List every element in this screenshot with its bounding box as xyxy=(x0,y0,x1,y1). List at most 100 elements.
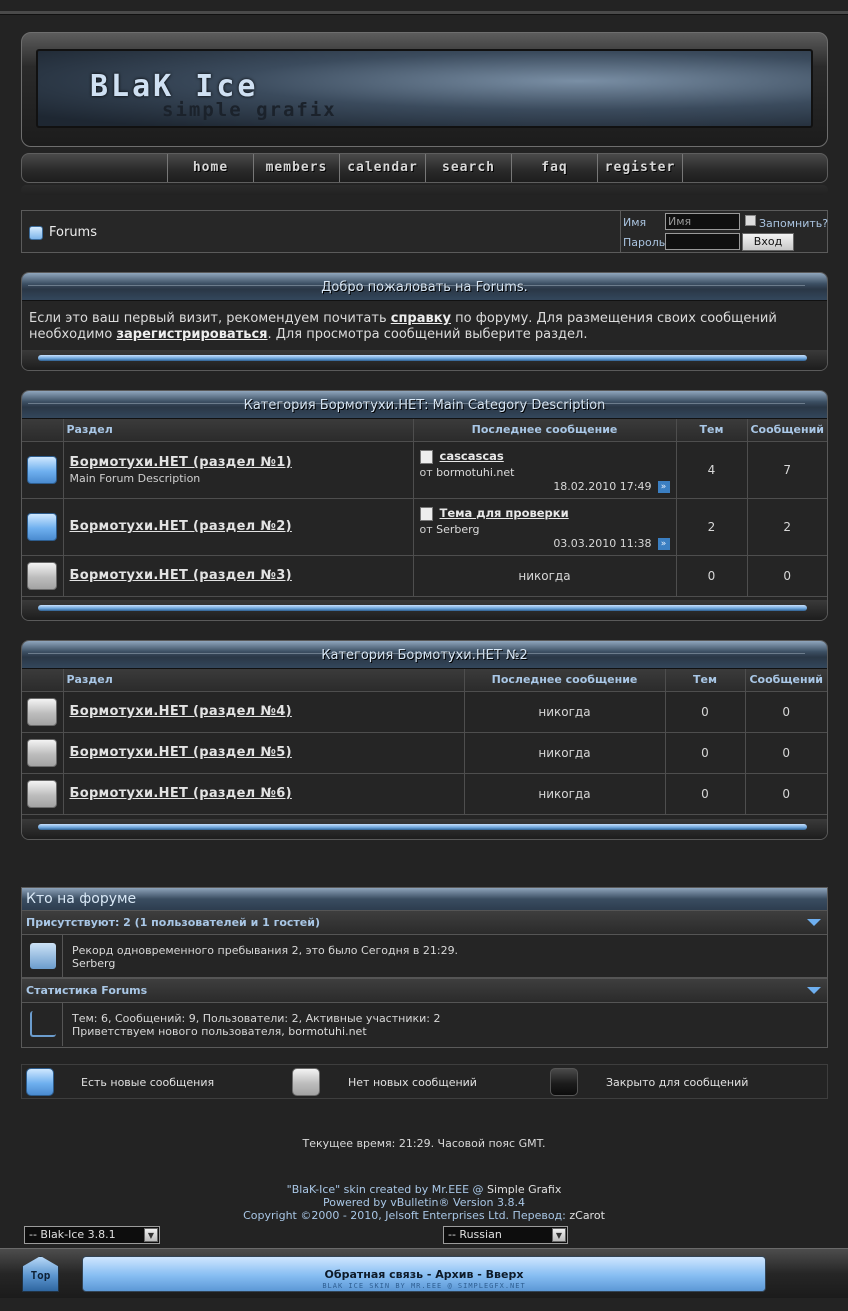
forum-link[interactable]: Бормотухи.НЕТ (раздел №2) xyxy=(70,519,413,534)
forum-link[interactable]: Бормотухи.НЕТ (раздел №4) xyxy=(70,704,464,719)
category-2: Категория Бормотухи.НЕТ №2 Раздел Послед… xyxy=(21,640,828,840)
skin-note: BLAK ICE SKIN BY MR.EEE @ SIMPLEGFX.NET xyxy=(322,1282,526,1290)
site-logo-banner[interactable]: BLaK Ice simple grafix xyxy=(36,49,813,128)
stats-text: Тем: 6, Сообщений: 9, Пользователи: 2, А… xyxy=(72,1012,441,1025)
forum-home-icon xyxy=(29,226,43,240)
post-count: 7 xyxy=(747,441,827,499)
translator-link[interactable]: zCarot xyxy=(569,1209,605,1222)
forum-link[interactable]: Бормотухи.НЕТ (раздел №6) xyxy=(70,786,464,801)
table-row: Бормотухи.НЕТ (раздел №1) Main Forum Desc… xyxy=(22,441,827,499)
col-forum: Раздел xyxy=(63,669,465,692)
users-online-icon xyxy=(30,943,56,969)
footer-links[interactable]: Обратная связь - Архив - Вверх xyxy=(83,1268,765,1281)
last-post-never: никогда xyxy=(464,691,666,733)
post-count: 0 xyxy=(745,732,827,774)
forum-description: Main Forum Description xyxy=(69,471,201,485)
category-2-title[interactable]: Категория Бормотухи.НЕТ №2 xyxy=(22,641,827,669)
collapse-arrow-icon[interactable] xyxy=(807,987,821,994)
table-row: Бормотухи.НЕТ (раздел №5) никогда 0 0 xyxy=(22,732,827,774)
table-header-row: Раздел Последнее сообщение Тем Сообщений xyxy=(22,669,827,692)
forum-link[interactable]: Бормотухи.НЕТ (раздел №1) xyxy=(70,455,413,470)
legend-new: Есть новые сообщения xyxy=(81,1076,215,1089)
logo-subtitle: simple grafix xyxy=(162,99,337,121)
language-select[interactable]: -- Russian ▼ xyxy=(443,1226,568,1244)
nav-search[interactable]: search xyxy=(425,154,511,182)
main-nav: home members calendar search faq registe… xyxy=(21,153,828,183)
style-select[interactable]: -- Blak-Ice 3.8.1 ▼ xyxy=(24,1226,160,1244)
nav-home[interactable]: home xyxy=(167,154,253,182)
welcome-title: Добро пожаловать на Forums. xyxy=(22,273,827,301)
col-last-post: Последнее сообщение xyxy=(464,669,666,692)
stats-row: Тем: 6, Сообщений: 9, Пользователи: 2, А… xyxy=(22,1003,827,1046)
table-header-row: Раздел Последнее сообщение Тем Сообщений xyxy=(22,419,827,442)
thread-icon xyxy=(419,506,433,521)
thread-count: 2 xyxy=(676,498,748,556)
go-to-post-icon[interactable]: » xyxy=(657,480,670,493)
last-post-never: никогда xyxy=(464,732,666,774)
remember-label: Запомнить? xyxy=(759,217,829,230)
category-1-footer-bar xyxy=(22,600,827,620)
last-post-user[interactable]: Serberg xyxy=(436,523,479,536)
post-count: 2 xyxy=(747,498,827,556)
breadcrumb-title[interactable]: Forums xyxy=(49,225,97,240)
present-link[interactable]: Присутствуют xyxy=(26,916,115,929)
last-post-title[interactable]: cascascas xyxy=(440,449,504,463)
category-1-table: Раздел Последнее сообщение Тем Сообщений… xyxy=(22,419,827,597)
chevron-down-icon: ▼ xyxy=(144,1228,158,1242)
last-post-never: никогда xyxy=(413,555,677,597)
powered-by: Powered by vBulletin® Version 3.8.4 xyxy=(323,1196,525,1209)
forum-link[interactable]: Бормотухи.НЕТ (раздел №3) xyxy=(70,568,413,583)
nav-members[interactable]: members xyxy=(253,154,339,182)
col-posts: Сообщений xyxy=(745,669,827,692)
table-row: Бормотухи.НЕТ (раздел №2) Тема для прове… xyxy=(22,498,827,556)
col-threads: Тем xyxy=(665,669,746,692)
back-to-top-button[interactable]: Top xyxy=(22,1256,59,1292)
bottom-bar: Top Обратная связь - Архив - Вверх BLAK … xyxy=(0,1248,848,1298)
nav-register[interactable]: register xyxy=(597,154,683,182)
newest-user-link[interactable]: bormotuhi.net xyxy=(288,1025,366,1038)
whos-online-title: Кто на форуме xyxy=(22,888,827,910)
collapse-arrow-icon[interactable] xyxy=(807,919,821,926)
category-1-title[interactable]: Категория Бормотухи.НЕТ: Main Category D… xyxy=(22,391,827,419)
register-link[interactable]: зарегистрироваться xyxy=(116,327,267,342)
help-link[interactable]: справку xyxy=(391,311,451,326)
col-threads: Тем xyxy=(676,419,748,442)
forum-no-new-posts-icon xyxy=(27,561,58,590)
stats-header: Статистика Forums xyxy=(22,978,827,1003)
nav-reflection xyxy=(21,185,828,195)
online-user-link[interactable]: Serberg xyxy=(72,957,115,970)
thread-count: 0 xyxy=(665,691,746,733)
table-row: Бормотухи.НЕТ (раздел №4) никогда 0 0 xyxy=(22,691,827,733)
category-2-footer-bar xyxy=(22,819,827,839)
welcome-box: Добро пожаловать на Forums. Если это ваш… xyxy=(21,272,828,371)
closed-forum-icon xyxy=(550,1068,578,1096)
whos-online-box: Кто на форуме Присутствуют: 2 (1 пользов… xyxy=(21,887,828,1048)
nav-calendar[interactable]: calendar xyxy=(339,154,425,182)
welcome-footer-bar xyxy=(22,350,827,370)
col-posts: Сообщений xyxy=(747,419,827,442)
thread-count: 0 xyxy=(676,555,748,597)
last-post-title[interactable]: Тема для проверки xyxy=(440,506,569,520)
forum-no-new-posts-icon xyxy=(27,779,58,808)
password-input[interactable] xyxy=(665,233,740,250)
forum-new-posts-icon xyxy=(27,512,58,541)
online-record-row: Рекорд одновременного пребывания 2, это … xyxy=(22,935,827,978)
breadcrumb: Forums Имя Имя Запомнить? Пароль Вход xyxy=(21,210,828,253)
simple-grafix-link[interactable]: Simple Grafix xyxy=(487,1183,561,1196)
thread-count: 0 xyxy=(665,732,746,774)
no-new-posts-icon xyxy=(292,1068,320,1096)
go-to-post-icon[interactable]: » xyxy=(657,537,670,550)
login-button[interactable]: Вход xyxy=(742,233,794,251)
record-text: Рекорд одновременного пребывания 2, это … xyxy=(72,944,459,957)
nav-faq[interactable]: faq xyxy=(511,154,597,182)
thread-count: 0 xyxy=(665,773,746,815)
forum-no-new-posts-icon xyxy=(27,697,58,726)
forum-new-posts-icon xyxy=(27,455,58,484)
username-input[interactable]: Имя xyxy=(665,213,740,230)
forum-link[interactable]: Бормотухи.НЕТ (раздел №5) xyxy=(70,745,464,760)
col-forum: Раздел xyxy=(63,419,414,442)
remember-checkbox[interactable] xyxy=(745,215,756,226)
last-post-user[interactable]: bormotuhi.net xyxy=(436,466,514,479)
table-row: Бормотухи.НЕТ (раздел №3) никогда 0 0 xyxy=(22,555,827,597)
new-posts-icon xyxy=(26,1068,54,1096)
